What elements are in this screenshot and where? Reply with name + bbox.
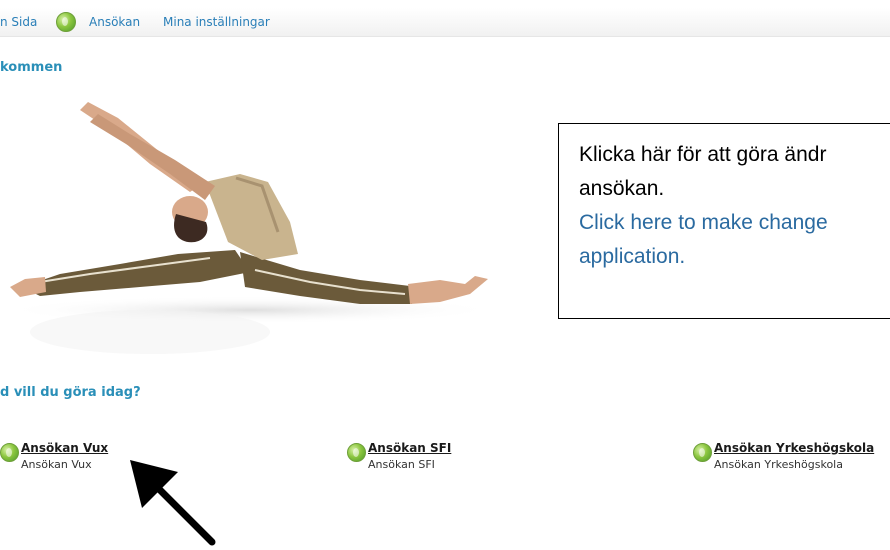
callout-swedish-line-1: Klicka här för att göra ändr xyxy=(579,143,827,166)
nav-item-home[interactable]: n Sida xyxy=(0,15,37,29)
globe-icon xyxy=(56,12,76,32)
task-tile-vux: Ansökan Vux Ansökan Vux xyxy=(0,441,108,471)
ansokan-yrkeshogskola-subtitle: Ansökan Yrkeshögskola xyxy=(714,458,843,471)
callout-english-line-2: application. xyxy=(579,245,686,268)
ansokan-yrkeshogskola-link[interactable]: Ansökan Yrkeshögskola xyxy=(714,441,874,455)
globe-icon xyxy=(347,443,366,462)
ansokan-sfi-subtitle: Ansökan SFI xyxy=(368,458,435,471)
globe-icon xyxy=(0,443,19,462)
ansokan-vux-link[interactable]: Ansökan Vux xyxy=(21,441,108,455)
welcome-heading: kommen xyxy=(0,60,63,75)
task-tile-sfi: Ansökan SFI Ansökan SFI xyxy=(347,441,451,471)
instruction-callout: Klicka här för att göra ändr ansökan. Cl… xyxy=(558,123,890,319)
nav-item-ansokan[interactable]: Ansökan xyxy=(89,15,140,29)
ansokan-vux-subtitle: Ansökan Vux xyxy=(21,458,92,471)
globe-icon xyxy=(693,443,712,462)
tasks-heading: d vill du göra idag? xyxy=(0,385,141,400)
task-tile-yrkeshogskola: Ansökan Yrkeshögskola Ansökan Yrkeshögsk… xyxy=(693,441,874,471)
callout-swedish-line-2: ansökan. xyxy=(579,177,665,200)
nav-item-settings[interactable]: Mina inställningar xyxy=(163,15,270,29)
ansokan-sfi-link[interactable]: Ansökan SFI xyxy=(368,441,451,455)
callout-english-line-1: Click here to make change xyxy=(579,211,828,234)
arrow-pointer-icon xyxy=(130,460,216,546)
top-navigation-bar: n Sida Ansökan Mina inställningar xyxy=(0,8,890,37)
yoga-photo xyxy=(0,102,500,354)
